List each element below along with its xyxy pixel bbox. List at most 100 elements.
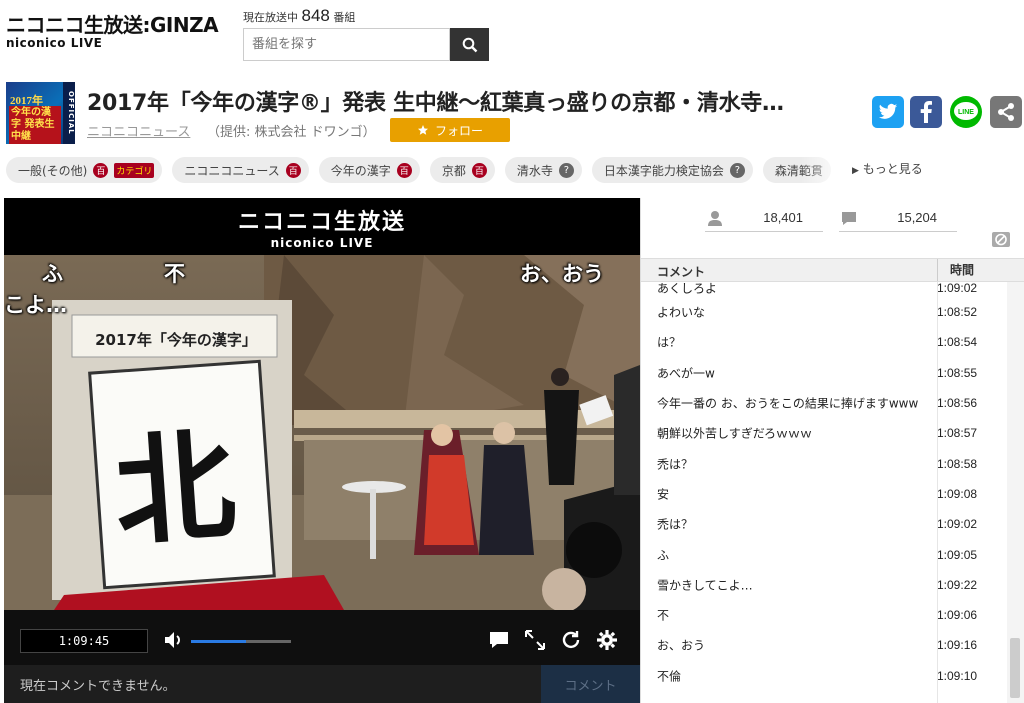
comment-stat: 15,204 xyxy=(839,204,957,232)
comment-time: 1:09:02 xyxy=(937,517,978,532)
video-frame[interactable]: 2017年「今年の漢字」 北 ふ 不 お、おう こよ… xyxy=(4,255,640,610)
video-player[interactable]: ニコニコ生放送 niconico LIVE 2017年「今年の漢字」 北 ふ 不… xyxy=(4,198,640,703)
search-icon xyxy=(462,37,477,52)
tag-item[interactable]: 清水寺? xyxy=(504,157,582,183)
comment-row[interactable]: は？ 1:08:54 xyxy=(641,327,1007,357)
comment-text: 不 xyxy=(657,608,670,623)
comment-row[interactable]: 不倫 1:09:10 xyxy=(641,661,1007,691)
channel-link[interactable]: ニコニコニュース xyxy=(87,121,190,140)
tag-item[interactable]: 京都百 xyxy=(429,157,495,183)
comment-submit-button[interactable]: コメント xyxy=(541,665,640,703)
comment-time: 1:09:22 xyxy=(937,577,978,592)
tag-item[interactable]: 今年の漢字百 xyxy=(318,157,420,183)
twitter-share-button[interactable] xyxy=(872,96,904,128)
onair-prefix: 現在放送中 xyxy=(243,11,298,24)
comment-row[interactable]: あべが一w 1:08:55 xyxy=(641,358,1007,388)
facebook-icon xyxy=(920,101,932,123)
column-comment[interactable]: コメント xyxy=(657,263,705,280)
facebook-share-button[interactable] xyxy=(910,96,942,128)
dictionary-icon[interactable]: 百 xyxy=(93,162,109,178)
comment-text: 安 xyxy=(657,487,670,502)
settings-icon[interactable] xyxy=(596,629,618,651)
share-button[interactable] xyxy=(990,96,1022,128)
comment-table-header: コメント 時間 xyxy=(641,258,1024,282)
tag-item[interactable]: 日本漢字能力検定協会? xyxy=(591,157,753,183)
onair-counter: 現在放送中 848 番組 xyxy=(243,6,355,26)
comment-row[interactable]: 安 1:09:08 xyxy=(641,479,1007,509)
category-badge[interactable]: カテゴリ xyxy=(114,162,155,178)
question-icon[interactable]: ? xyxy=(729,162,745,178)
comment-row[interactable]: 雪かきしてこよ… 1:09:22 xyxy=(641,570,1007,600)
comment-text: 禿は？ xyxy=(657,517,694,532)
comment-row[interactable]: 今年一番の お、おうをこの結果に捧げますwww 1:08:56 xyxy=(641,388,1007,418)
comment-row[interactable]: あくしろよ 1:09:02 xyxy=(641,282,1007,297)
comment-row[interactable]: よわいな 1:08:52 xyxy=(641,297,1007,327)
comment-input[interactable]: 現在コメントできません。 xyxy=(4,665,541,703)
player-controls: 1:09:45 xyxy=(4,610,640,665)
comment-time: 1:08:57 xyxy=(937,426,978,441)
thumbnail-caption: 今年の漢字 発表生中継 xyxy=(9,106,61,144)
program-title: 2017年「今年の漢字®」発表 生中継～紅葉真っ盛りの京都・清水寺… xyxy=(87,91,784,116)
dictionary-icon[interactable]: 百 xyxy=(285,162,301,178)
tag-label: 今年の漢字 xyxy=(330,163,391,178)
comment-time: 1:09:16 xyxy=(937,638,978,653)
tag-label: 日本漢字能力検定協会 xyxy=(603,163,724,178)
person-icon xyxy=(708,210,722,226)
fullscreen-icon[interactable] xyxy=(524,629,546,651)
onair-count: 848 xyxy=(301,6,330,25)
tag-label: 京都 xyxy=(441,163,466,178)
comment-toggle-icon[interactable] xyxy=(488,629,510,651)
video-scene: 2017年「今年の漢字」 北 xyxy=(4,255,640,610)
dictionary-icon[interactable]: 百 xyxy=(471,162,487,178)
comment-list: あくしろよ 1:09:02 よわいな 1:08:52 は？ 1:08:54 あべが一w 1:0… xyxy=(641,282,1007,703)
player-logo-title: ニコニコ生放送 xyxy=(237,210,406,235)
program-thumbnail[interactable]: 2017年 今年の漢字 発表生中継 OFFICIAL xyxy=(6,82,75,144)
comment-time: 1:09:08 xyxy=(937,486,978,501)
comment-bar: 現在コメントできません。 コメント xyxy=(4,665,640,703)
comment-text: あくしろよ xyxy=(657,282,718,296)
search-input[interactable] xyxy=(243,28,450,61)
comment-time: 1:09:02 xyxy=(937,282,978,295)
comment-time: 1:08:55 xyxy=(937,365,978,380)
site-logo[interactable]: ニコニコ生放送:GINZA niconico LIVE xyxy=(6,14,219,50)
comment-off-icon[interactable] xyxy=(991,230,1011,250)
search-button[interactable] xyxy=(450,28,489,61)
reload-icon[interactable] xyxy=(560,629,582,651)
triangle-right-icon: ▶ xyxy=(852,166,859,176)
comment-text: は？ xyxy=(657,335,682,350)
comment-text: お、おう xyxy=(657,638,706,653)
star-icon xyxy=(417,125,428,135)
comment-row[interactable]: 禿は？ 1:09:02 xyxy=(641,509,1007,539)
tag-item[interactable]: 一般(その他) 百カテゴリ xyxy=(6,157,163,183)
column-time[interactable]: 時間 xyxy=(937,259,974,281)
comment-row[interactable]: お、おう 1:09:16 xyxy=(641,630,1007,660)
tag-item[interactable]: ニコニコニュース百 xyxy=(172,157,309,183)
comment-row[interactable]: 不 1:09:06 xyxy=(641,600,1007,630)
danmaku-comment: こよ… xyxy=(4,293,67,317)
tag-fade xyxy=(800,157,850,183)
sign-text: 2017年「今年の漢字」 xyxy=(95,331,257,349)
more-tags-label: もっと見る xyxy=(862,162,923,176)
comment-time: 1:08:56 xyxy=(937,396,978,411)
comment-row[interactable]: 朝鮮以外苦しすぎだろｗｗｗ 1:08:57 xyxy=(641,418,1007,448)
comment-text: 朝鮮以外苦しすぎだろｗｗｗ xyxy=(657,426,813,441)
line-share-button[interactable]: LINE xyxy=(950,96,982,128)
more-tags-button[interactable]: ▶ もっと見る xyxy=(852,160,923,177)
provider-text: （提供: 株式会社 ドワンゴ） xyxy=(207,125,376,140)
dictionary-icon[interactable]: 百 xyxy=(396,162,412,178)
follow-button[interactable]: フォロー xyxy=(390,118,510,142)
twitter-icon xyxy=(878,103,898,119)
page-root: ニコニコ生放送:GINZA niconico LIVE 現在放送中 848 番組… xyxy=(0,0,1024,703)
viewer-count: 18,401 xyxy=(763,210,803,225)
kanji-text: 北 xyxy=(110,415,240,564)
volume-icon[interactable] xyxy=(163,629,185,651)
comment-row[interactable]: ふ 1:09:05 xyxy=(641,539,1007,569)
question-icon[interactable]: ? xyxy=(558,162,574,178)
comment-text: よわいな xyxy=(657,305,706,320)
comment-row[interactable]: 禿は？ 1:08:58 xyxy=(641,448,1007,478)
comment-text: 今年一番の お、おうをこの結果に捧げますwww xyxy=(657,396,919,411)
danmaku-comment: お、おう xyxy=(520,262,604,286)
viewer-stat: 18,401 xyxy=(705,204,823,232)
volume-slider-fill xyxy=(191,640,246,643)
comment-scrollbar-thumb[interactable] xyxy=(1010,638,1020,698)
